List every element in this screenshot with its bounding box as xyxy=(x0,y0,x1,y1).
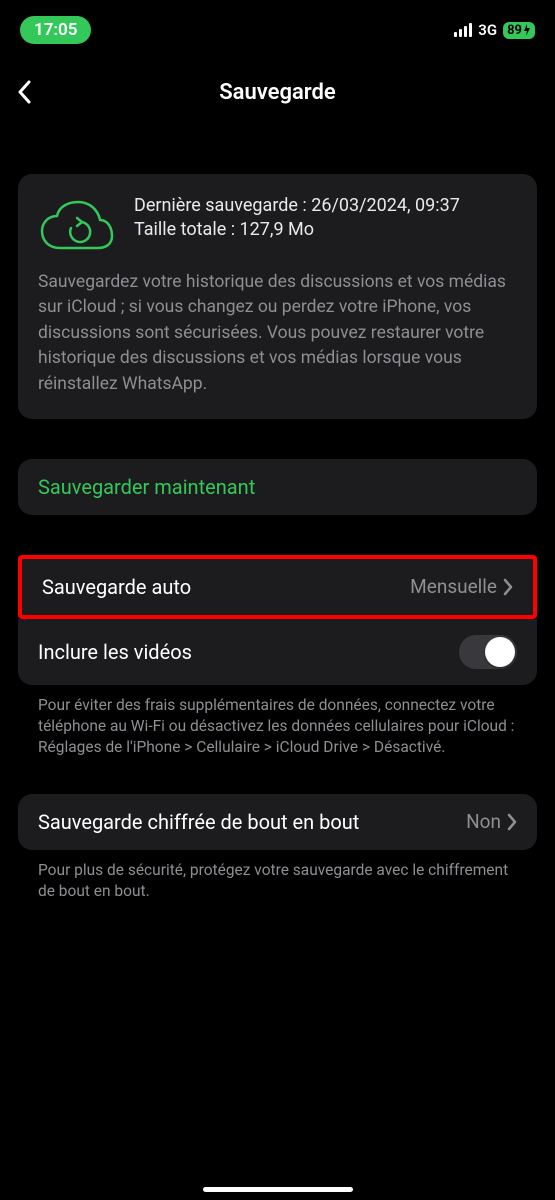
include-videos-label: Inclure les vidéos xyxy=(38,640,192,664)
page-title: Sauvegarde xyxy=(0,80,555,105)
e2e-encryption-label: Sauvegarde chiffrée de bout en bout xyxy=(38,810,359,834)
highlight-auto-backup: Sauvegarde auto Mensuelle xyxy=(18,555,537,619)
total-size-text: Taille totale : 127,9 Mo xyxy=(134,218,460,242)
e2e-encryption-row[interactable]: Sauvegarde chiffrée de bout en bout Non xyxy=(18,794,537,850)
backup-info-card: Dernière sauvegarde : 26/03/2024, 09:37 … xyxy=(18,174,537,419)
backup-now-label: Sauvegarder maintenant xyxy=(38,475,255,499)
network-label: 3G xyxy=(478,21,497,39)
signal-icon xyxy=(454,23,472,37)
auto-backup-row[interactable]: Sauvegarde auto Mensuelle xyxy=(22,559,533,615)
status-bar: 17:05 3G 89 xyxy=(0,0,555,50)
back-button[interactable] xyxy=(12,80,36,104)
cloud-backup-icon xyxy=(38,198,116,256)
e2e-encryption-value: Non xyxy=(466,810,501,833)
last-backup-text: Dernière sauvegarde : 26/03/2024, 09:37 xyxy=(134,194,460,218)
e2e-footnote: Pour plus de sécurité, protégez votre sa… xyxy=(18,850,537,902)
home-indicator[interactable] xyxy=(203,1187,353,1192)
data-warning-text: Pour éviter des frais supplémentaires de… xyxy=(18,685,537,758)
status-right: 3G 89 xyxy=(454,21,535,39)
status-time: 17:05 xyxy=(20,16,91,44)
include-videos-toggle[interactable] xyxy=(459,635,517,669)
backup-now-button[interactable]: Sauvegarder maintenant xyxy=(18,459,537,515)
chevron-right-icon xyxy=(507,813,517,831)
nav-header: Sauvegarde xyxy=(0,50,555,124)
auto-backup-value: Mensuelle xyxy=(410,575,497,598)
chevron-left-icon xyxy=(17,80,31,104)
include-videos-row: Inclure les vidéos xyxy=(18,619,537,685)
backup-description: Sauvegardez votre historique des discuss… xyxy=(38,270,517,397)
battery-icon: 89 xyxy=(503,22,535,39)
chevron-right-icon xyxy=(503,578,513,596)
auto-backup-label: Sauvegarde auto xyxy=(42,575,191,599)
